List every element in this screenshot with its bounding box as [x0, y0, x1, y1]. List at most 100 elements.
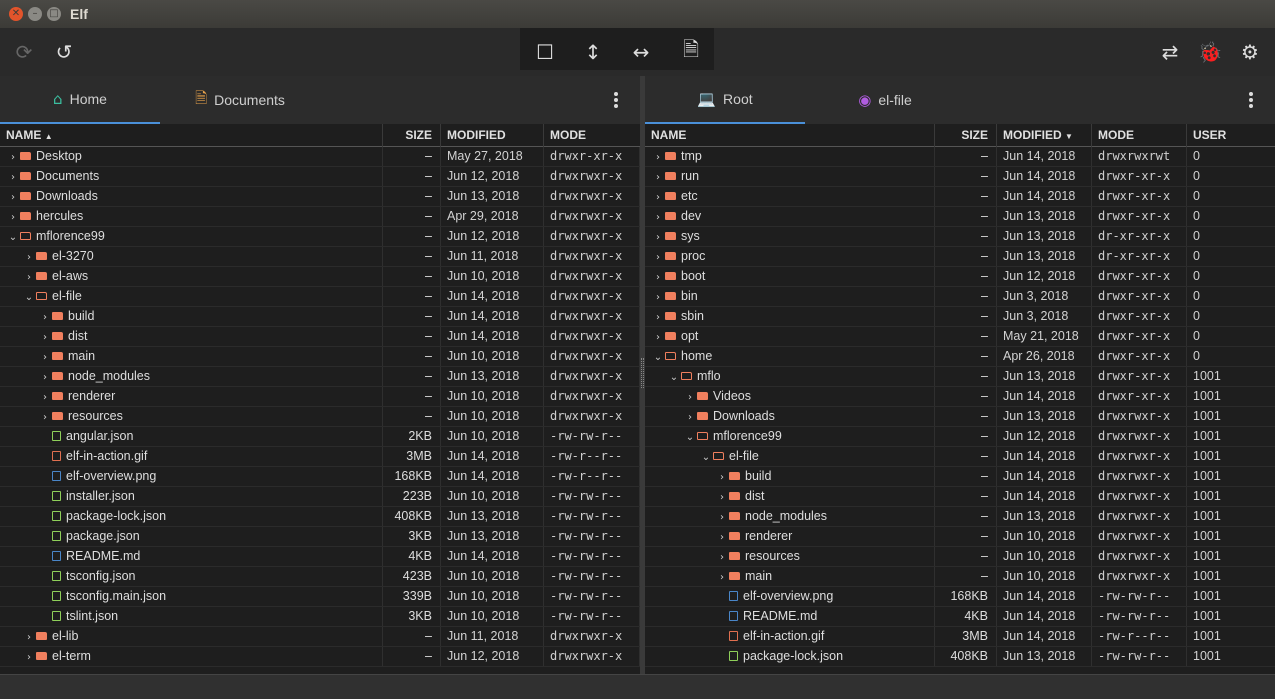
table-row[interactable]: › node_modules – Jun 13, 2018 drwxrwxr-x 1001: [645, 507, 1275, 527]
settings-button[interactable]: ⚙: [1232, 34, 1268, 70]
chevron-down-icon[interactable]: ⌄: [6, 228, 20, 246]
table-row[interactable]: › Desktop – May 27, 2018 drwxr-xr-x: [0, 147, 640, 167]
chevron-right-icon[interactable]: ›: [715, 528, 729, 546]
table-row[interactable]: › tmp – Jun 14, 2018 drwxrwxrwt 0: [645, 147, 1275, 167]
chevron-right-icon[interactable]: ›: [38, 388, 52, 406]
chevron-right-icon[interactable]: ›: [38, 308, 52, 326]
column-modified[interactable]: MODIFIED: [441, 124, 544, 147]
chevron-right-icon[interactable]: ›: [651, 228, 665, 246]
chevron-right-icon[interactable]: ›: [683, 408, 697, 426]
chevron-right-icon[interactable]: ›: [651, 248, 665, 266]
column-name[interactable]: NAME ▲: [0, 124, 383, 147]
chevron-right-icon[interactable]: ›: [651, 208, 665, 226]
table-row[interactable]: › main – Jun 10, 2018 drwxrwxr-x 1001: [645, 567, 1275, 587]
chevron-right-icon[interactable]: ›: [715, 548, 729, 566]
table-row[interactable]: ⌄ el-file – Jun 14, 2018 drwxrwxr-x: [0, 287, 640, 307]
table-row[interactable]: elf-in-action.gif 3MB Jun 14, 2018 -rw-r--r…: [645, 627, 1275, 647]
table-row[interactable]: › build – Jun 14, 2018 drwxrwxr-x 1001: [645, 467, 1275, 487]
table-row[interactable]: › etc – Jun 14, 2018 drwxr-xr-x 0: [645, 187, 1275, 207]
chevron-right-icon[interactable]: ›: [651, 168, 665, 186]
right-more-menu-icon[interactable]: [1246, 92, 1256, 108]
chevron-down-icon[interactable]: ⌄: [651, 348, 665, 366]
table-row[interactable]: ⌄ mflo – Jun 13, 2018 drwxr-xr-x 1001: [645, 367, 1275, 387]
table-row[interactable]: ⌄ mflorence99 – Jun 12, 2018 drwxrwxr-x: [0, 227, 640, 247]
chevron-right-icon[interactable]: ›: [38, 328, 52, 346]
table-row[interactable]: › run – Jun 14, 2018 drwxr-xr-x 0: [645, 167, 1275, 187]
column-mode[interactable]: MODE: [544, 124, 640, 147]
chevron-right-icon[interactable]: ›: [22, 648, 36, 666]
table-row[interactable]: elf-overview.png 168KB Jun 14, 2018 -rw-rw-…: [645, 587, 1275, 607]
chevron-right-icon[interactable]: ›: [651, 288, 665, 306]
chevron-right-icon[interactable]: ›: [38, 368, 52, 386]
table-row[interactable]: › bin – Jun 3, 2018 drwxr-xr-x 0: [645, 287, 1275, 307]
table-row[interactable]: package-lock.json 408KB Jun 13, 2018 -rw-rw…: [645, 647, 1275, 667]
column-modified[interactable]: MODIFIED ▼: [997, 124, 1092, 147]
table-row[interactable]: ⌄ el-file – Jun 14, 2018 drwxrwxr-x 1001: [645, 447, 1275, 467]
tab-el-file[interactable]: ◉ el-file: [805, 76, 965, 124]
file-view-button[interactable]: 🗎: [673, 34, 709, 70]
chevron-right-icon[interactable]: ›: [715, 568, 729, 586]
chevron-right-icon[interactable]: ›: [651, 308, 665, 326]
chevron-right-icon[interactable]: ›: [683, 388, 697, 406]
chevron-right-icon[interactable]: ›: [6, 168, 20, 186]
column-mode[interactable]: MODE: [1092, 124, 1187, 147]
table-row[interactable]: › el-aws – Jun 10, 2018 drwxrwxr-x: [0, 267, 640, 287]
table-row[interactable]: elf-overview.png 168KB Jun 14, 2018 -rw-r--…: [0, 467, 640, 487]
chevron-down-icon[interactable]: ⌄: [699, 448, 713, 466]
debug-button[interactable]: 🐞: [1192, 34, 1228, 70]
table-row[interactable]: package-lock.json 408KB Jun 13, 2018 -rw-rw…: [0, 507, 640, 527]
chevron-right-icon[interactable]: ›: [651, 268, 665, 286]
table-row[interactable]: › renderer – Jun 10, 2018 drwxrwxr-x 1001: [645, 527, 1275, 547]
chevron-right-icon[interactable]: ›: [715, 488, 729, 506]
table-row[interactable]: › Downloads – Jun 13, 2018 drwxrwxr-x 1001: [645, 407, 1275, 427]
table-row[interactable]: elf-in-action.gif 3MB Jun 14, 2018 -rw-r--r…: [0, 447, 640, 467]
chevron-right-icon[interactable]: ›: [651, 328, 665, 346]
table-row[interactable]: README.md 4KB Jun 14, 2018 -rw-rw-r-- 1001: [645, 607, 1275, 627]
table-row[interactable]: › dev – Jun 13, 2018 drwxr-xr-x 0: [645, 207, 1275, 227]
tab-root[interactable]: 💻 Root: [645, 76, 805, 124]
chevron-down-icon[interactable]: ⌄: [22, 288, 36, 306]
table-row[interactable]: ⌄ mflorence99 – Jun 12, 2018 drwxrwxr-x 1001: [645, 427, 1275, 447]
chevron-down-icon[interactable]: ⌄: [667, 368, 681, 386]
undo-button[interactable]: ↺: [46, 34, 82, 70]
chevron-right-icon[interactable]: ›: [715, 468, 729, 486]
chevron-right-icon[interactable]: ›: [38, 348, 52, 366]
chevron-right-icon[interactable]: ›: [22, 248, 36, 266]
table-row[interactable]: installer.json 223B Jun 10, 2018 -rw-rw-r--: [0, 487, 640, 507]
table-row[interactable]: › opt – May 21, 2018 drwxr-xr-x 0: [645, 327, 1275, 347]
table-row[interactable]: package.json 3KB Jun 13, 2018 -rw-rw-r--: [0, 527, 640, 547]
table-row[interactable]: › resources – Jun 10, 2018 drwxrwxr-x: [0, 407, 640, 427]
horizontal-split-button[interactable]: ↔: [623, 34, 659, 70]
table-row[interactable]: › sbin – Jun 3, 2018 drwxr-xr-x 0: [645, 307, 1275, 327]
table-row[interactable]: › el-3270 – Jun 11, 2018 drwxrwxr-x: [0, 247, 640, 267]
column-user[interactable]: USER: [1187, 124, 1275, 147]
chevron-right-icon[interactable]: ›: [6, 188, 20, 206]
chevron-right-icon[interactable]: ›: [22, 628, 36, 646]
table-row[interactable]: › Downloads – Jun 13, 2018 drwxrwxr-x: [0, 187, 640, 207]
chevron-down-icon[interactable]: ⌄: [683, 428, 697, 446]
table-row[interactable]: › main – Jun 10, 2018 drwxrwxr-x: [0, 347, 640, 367]
chevron-right-icon[interactable]: ›: [38, 408, 52, 426]
chevron-right-icon[interactable]: ›: [651, 188, 665, 206]
minimize-window-button[interactable]: –: [28, 7, 42, 21]
redo-button[interactable]: ⟳: [6, 34, 42, 70]
table-row[interactable]: › resources – Jun 10, 2018 drwxrwxr-x 1001: [645, 547, 1275, 567]
table-row[interactable]: › el-lib – Jun 11, 2018 drwxrwxr-x: [0, 627, 640, 647]
divider-grip-icon[interactable]: [641, 358, 644, 388]
table-row[interactable]: › boot – Jun 12, 2018 drwxr-xr-x 0: [645, 267, 1275, 287]
table-row[interactable]: › hercules – Apr 29, 2018 drwxrwxr-x: [0, 207, 640, 227]
table-row[interactable]: README.md 4KB Jun 14, 2018 -rw-rw-r--: [0, 547, 640, 567]
vertical-split-button[interactable]: ↕: [575, 34, 611, 70]
table-row[interactable]: › node_modules – Jun 13, 2018 drwxrwxr-x: [0, 367, 640, 387]
table-row[interactable]: › Documents – Jun 12, 2018 drwxrwxr-x: [0, 167, 640, 187]
chevron-right-icon[interactable]: ›: [6, 208, 20, 226]
table-row[interactable]: angular.json 2KB Jun 10, 2018 -rw-rw-r--: [0, 427, 640, 447]
chevron-right-icon[interactable]: ›: [651, 148, 665, 166]
tab-documents[interactable]: 🗎 Documents: [160, 76, 320, 124]
column-size[interactable]: SIZE: [383, 124, 441, 147]
column-name[interactable]: NAME: [645, 124, 935, 147]
table-row[interactable]: tsconfig.json 423B Jun 10, 2018 -rw-rw-r--: [0, 567, 640, 587]
table-row[interactable]: › build – Jun 14, 2018 drwxrwxr-x: [0, 307, 640, 327]
sync-button[interactable]: ⇄: [1152, 34, 1188, 70]
table-row[interactable]: › sys – Jun 13, 2018 dr-xr-xr-x 0: [645, 227, 1275, 247]
